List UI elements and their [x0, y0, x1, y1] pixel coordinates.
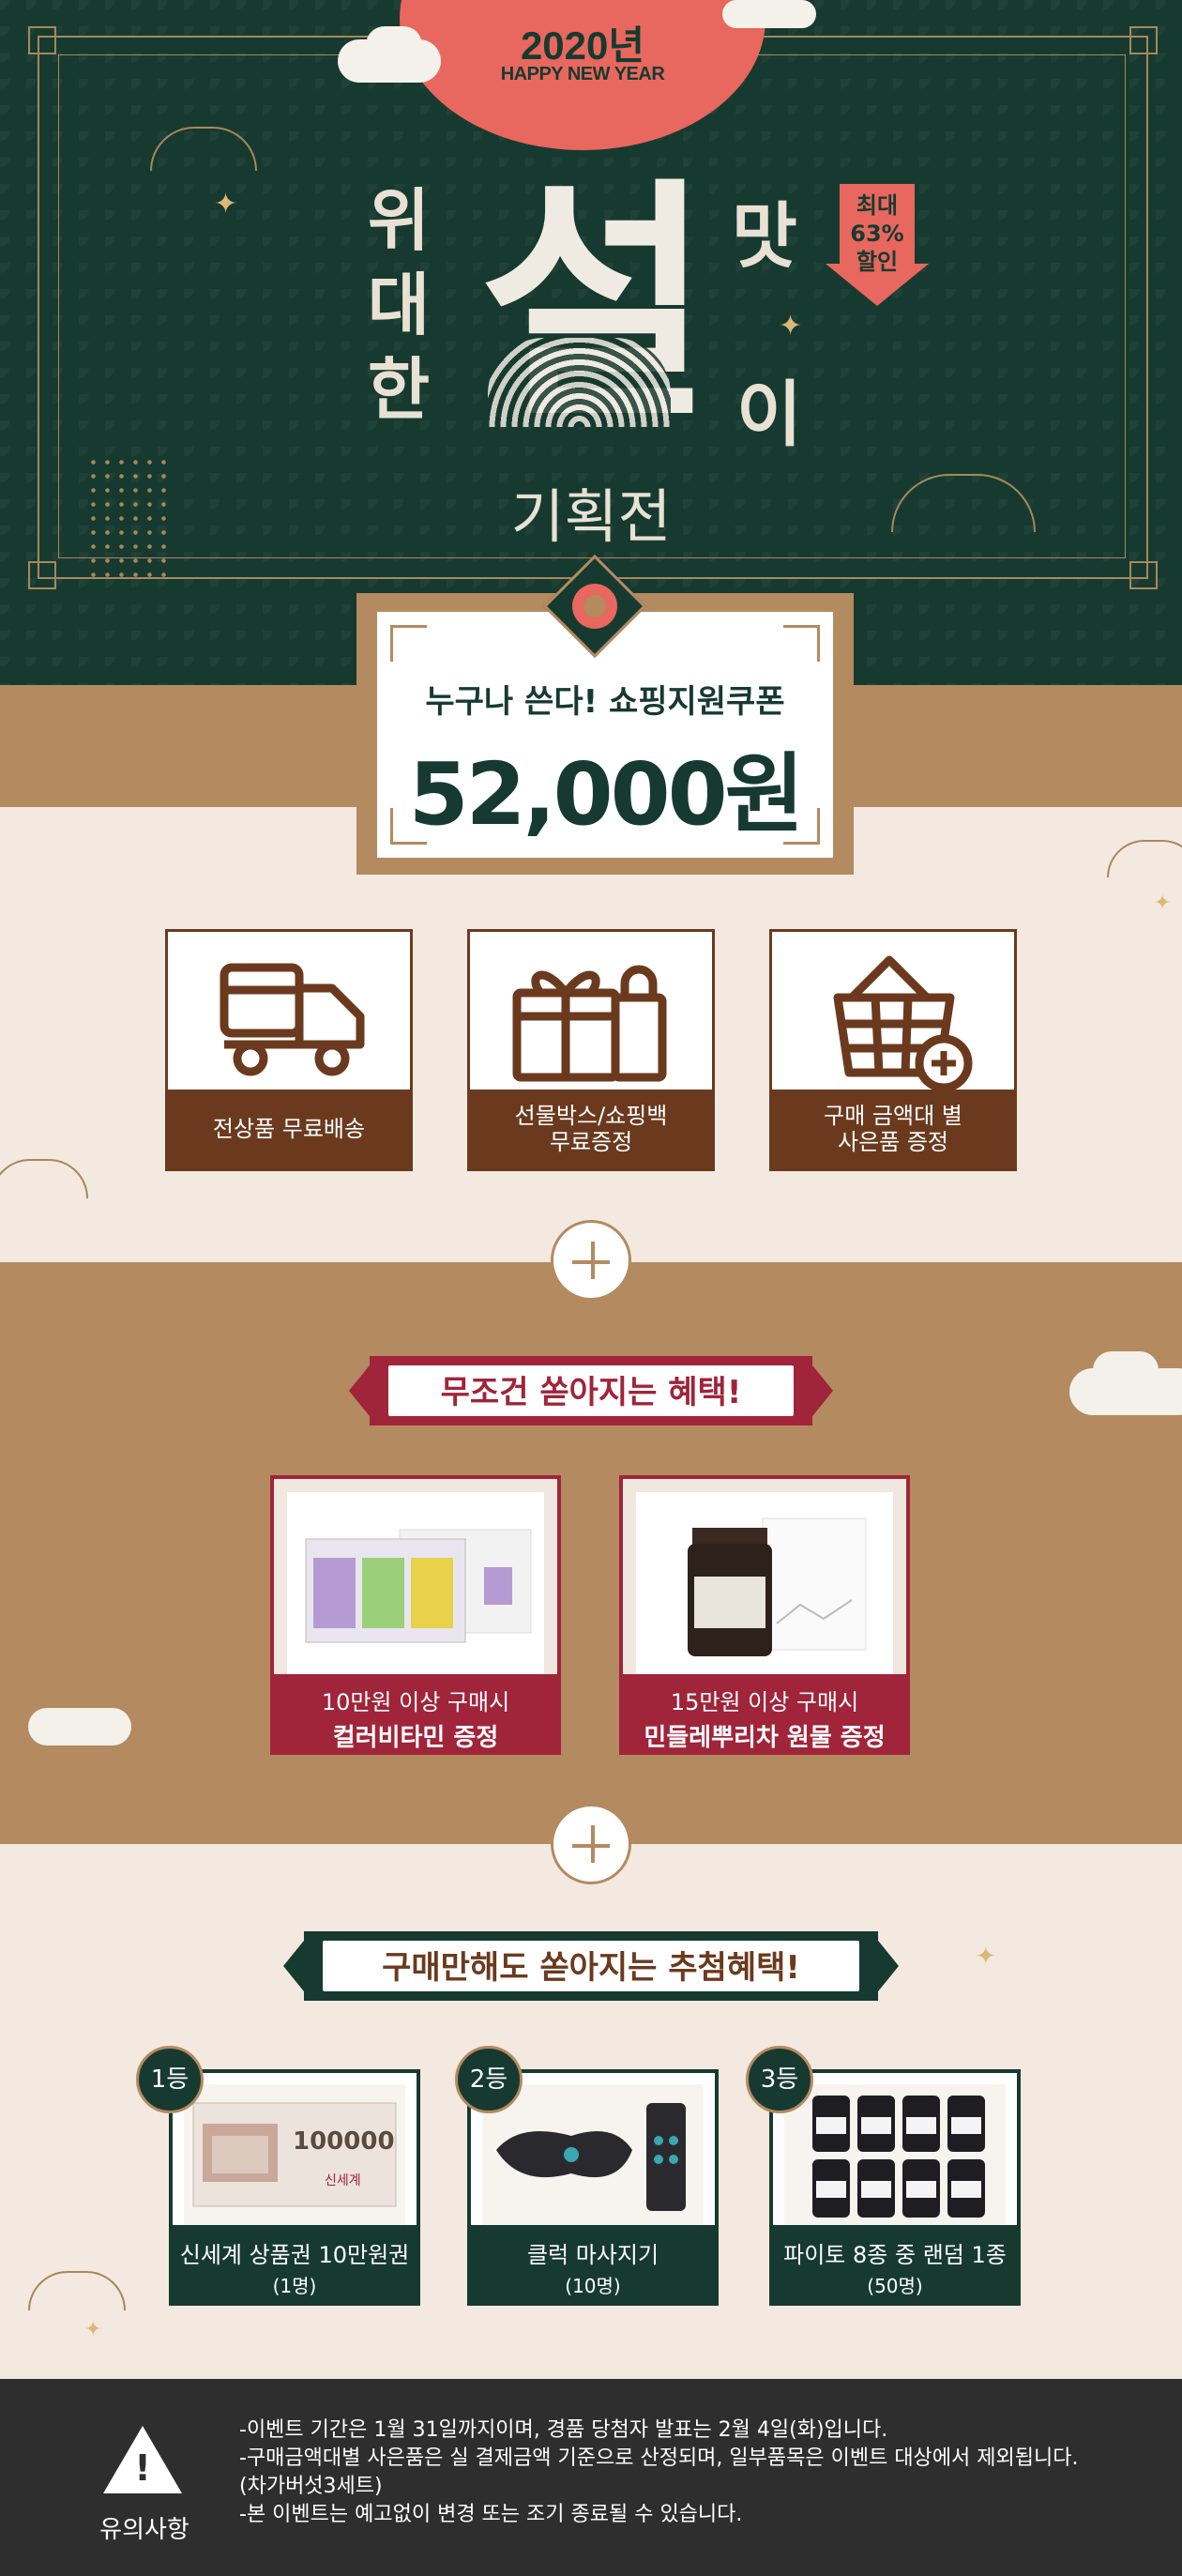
prize-card[interactable]: 100000 신세계 신세계 상품권 10만원권 (1명) [169, 2069, 420, 2306]
frame-corner [28, 26, 56, 54]
service-label: 구매 금액대 별 사은품 증정 [772, 1090, 1014, 1168]
sparkle-icon: ✦ [779, 310, 803, 343]
voucher-brand: 신세계 [325, 2173, 361, 2188]
wave-ornament-icon [0, 1159, 88, 1198]
notice-text: -이벤트 기간은 1월 31일까지이며, 경품 당첨자 발표는 2월 4일(화)… [239, 2416, 1078, 2529]
wave-pattern [488, 338, 671, 427]
gift-voucher-image: 100000 신세계 [184, 2084, 405, 2225]
gift-condition: 10만원 이상 구매시 [321, 1689, 510, 1715]
hero-char: 위 [367, 181, 431, 260]
coupon-card[interactable]: 누구나 쓴다! 쇼핑지원쿠폰 52,000원 [377, 612, 833, 858]
hero-subtitle: 기획전 [510, 482, 672, 551]
prize-count: (50명) [867, 2275, 923, 2297]
hero-title-right-top: 맛 [732, 194, 797, 278]
coupon-value: 52,000원 [408, 744, 805, 845]
gift-condition: 15만원 이상 구매시 [670, 1689, 859, 1715]
hero-title-right-bottom: 이 [736, 373, 802, 456]
plus-icon [551, 1220, 631, 1301]
cloud-icon [28, 1708, 131, 1745]
sparkle-icon: ✦ [214, 188, 238, 221]
wave-ornament-icon [1107, 840, 1182, 877]
service-label: 선물박스/쇼핑백 무료증정 [470, 1090, 712, 1168]
cloud-icon [366, 26, 422, 64]
rank-badge: 2등 [455, 2046, 523, 2113]
prizes-section-ribbon: 구매만해도 쏟아지는 추첨혜택! [283, 1931, 899, 2001]
plus-icon [551, 1804, 631, 1884]
hero-title-main: 설 [450, 164, 732, 450]
gift-card[interactable]: 10만원 이상 구매시 컬러비타민 증정 [270, 1475, 561, 1755]
discount-line: 할인 [856, 249, 899, 275]
sparkle-icon: ✦ [84, 2318, 102, 2341]
voucher-amount: 100000 [293, 2127, 395, 2156]
notice-label: 유의사항 [99, 2516, 189, 2544]
notice-line: -구매금액대별 사은품은 실 결제금액 기준으로 산정되며, 일부품목은 이벤트… [239, 2446, 1079, 2470]
rank-badge: 1등 [136, 2046, 204, 2113]
dandelion-tea-product-image [636, 1492, 893, 1678]
prize-card[interactable]: 파이토 8종 중 랜덤 1종 (50명) [769, 2069, 1021, 2306]
year-badge-subtitle: HAPPY NEW YEAR [500, 64, 665, 84]
prizes-section-title: 구매만해도 쏟아지는 추첨혜택! [382, 1949, 800, 1987]
prize-count: (10명) [565, 2275, 621, 2297]
coupon-label: 누구나 쓴다! 쇼핑지원쿠폰 [425, 683, 785, 721]
service-card[interactable]: 전상품 무료배송 [165, 929, 413, 1171]
service-card[interactable]: 선물박스/쇼핑백 무료증정 [467, 929, 715, 1171]
gift-name: 민들레뿌리차 원물 증정 [644, 1724, 886, 1752]
gifts-section-ribbon: 무조건 쏟아지는 혜택! [349, 1356, 833, 1425]
frame-corner [1129, 561, 1158, 589]
hero-char: 한 [367, 350, 431, 429]
prize-name: 신세계 상품권 10만원권 [179, 2242, 410, 2268]
notice-line: -이벤트 기간은 1월 31일까지이며, 경품 당첨자 발표는 2월 4일(화)… [239, 2418, 888, 2442]
truck-icon [168, 941, 410, 1091]
frame-corner [1129, 26, 1158, 54]
prize-name: 클럭 마사지기 [526, 2242, 659, 2268]
prize-count: (1명) [272, 2275, 317, 2297]
rank-badge: 3등 [746, 2046, 813, 2113]
service-card[interactable]: 구매 금액대 별 사은품 증정 [769, 929, 1017, 1171]
hero-title-left: 위 대 한 [356, 178, 441, 432]
gift-card[interactable]: 15만원 이상 구매시 민들레뿌리차 원물 증정 [619, 1475, 910, 1755]
event-page: 2020년 HAPPY NEW YEAR ✦ ✦ 위 대 한 설 맛 이 기획전… [0, 0, 1182, 2576]
prize-name: 파이토 8종 중 랜덤 1종 [783, 2242, 1007, 2268]
massager-image [482, 2084, 704, 2225]
notice-line: (차가버섯3세트) [239, 2475, 383, 2498]
sparkle-icon: ✦ [976, 1943, 996, 1971]
notice-line: -본 이벤트는 예고없이 변경 또는 조기 종료될 수 있습니다. [239, 2503, 743, 2526]
cloud-icon [1093, 1351, 1159, 1389]
knot-ornament-icon [783, 625, 820, 662]
discount-line: 최대 [856, 192, 899, 219]
frame-corner [28, 561, 56, 589]
vitamin-product-image [287, 1492, 544, 1678]
discount-line: 63% [850, 221, 904, 247]
supplement-bottles-image [784, 2084, 1006, 2225]
year-badge-title: 2020년 [520, 23, 645, 68]
gifts-section-title: 무조건 쏟아지는 혜택! [440, 1374, 742, 1411]
sparkle-icon: ✦ [1154, 892, 1172, 915]
discount-badge: 최대 63% 할인 [826, 184, 929, 306]
hero-char: 대 [367, 266, 431, 344]
gift-bag-icon [470, 941, 712, 1091]
service-label: 전상품 무료배송 [168, 1090, 410, 1168]
gifts-band [0, 1262, 1182, 1844]
wave-ornament-icon [28, 2271, 126, 2310]
cloud-icon [722, 0, 816, 28]
notice-section: ! 유의사항 -이벤트 기간은 1월 31일까지이며, 경품 당첨자 발표는 2… [0, 2379, 1182, 2576]
gift-name: 컬러비타민 증정 [332, 1724, 499, 1752]
basket-plus-icon [772, 941, 1014, 1092]
knot-ornament-icon [390, 625, 427, 662]
